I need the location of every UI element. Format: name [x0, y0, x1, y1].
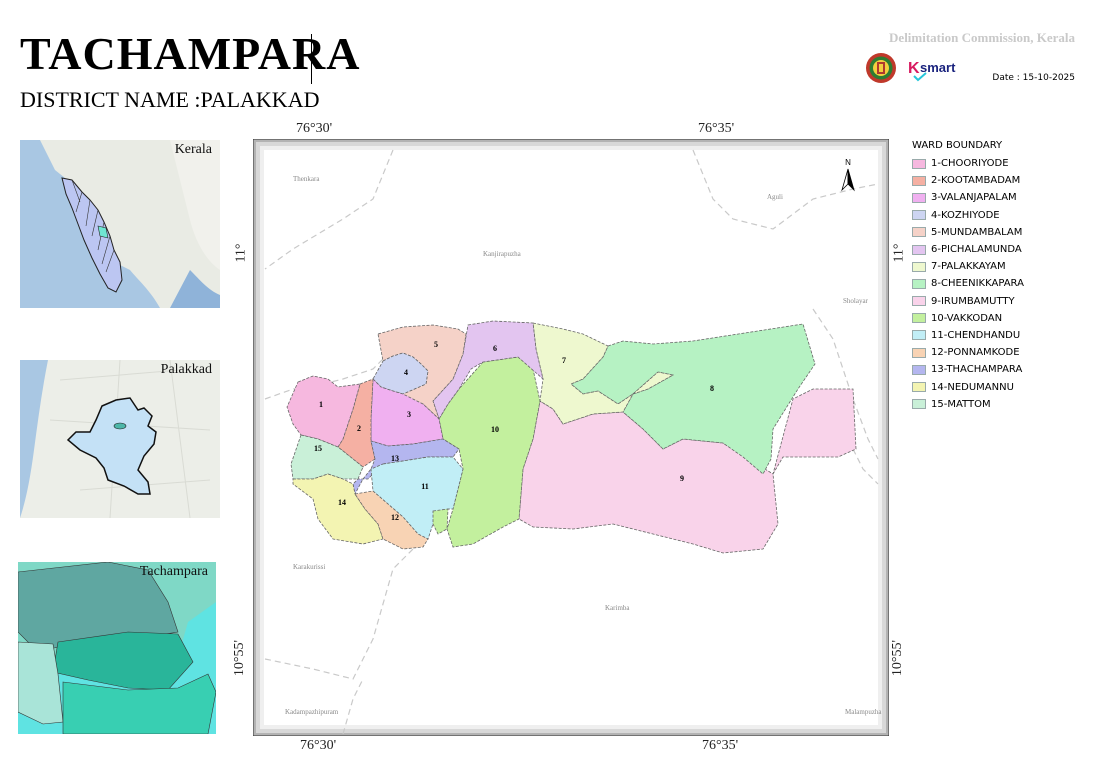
ward-label: 14: [338, 498, 346, 507]
legend-swatch: [912, 192, 926, 203]
ward-label: 9: [680, 474, 684, 483]
legend-label: 10-VAKKODAN: [931, 312, 1003, 324]
legend-item: 8-CHEENIKKAPARA: [912, 275, 1024, 292]
legend-label: 7-PALAKKAYAM: [931, 261, 1006, 273]
organization-name: Delimitation Commission, Kerala: [889, 30, 1075, 45]
coord-top-right: 76°35': [698, 121, 735, 136]
place-name: Karimba: [605, 604, 630, 612]
palakkad-inset-graphic: [20, 360, 220, 518]
legend-swatch: [912, 296, 926, 307]
legend-title: WARD BOUNDARY: [912, 140, 1003, 151]
legend-item: 1-CHOORIYODE: [912, 155, 1024, 172]
coord-left-top: 11°: [233, 243, 249, 263]
inset-map-tachampara: Tachampara: [18, 562, 216, 734]
ward-label: 5: [434, 340, 438, 349]
kerala-emblem-icon: [866, 53, 896, 83]
ward-label: 7: [562, 356, 566, 365]
ward-label: 1: [319, 400, 323, 409]
legend-items: 1-CHOORIYODE 2-KOOTAMBADAM 3-VALANJAPALAM 4…: [912, 155, 1024, 413]
legend-swatch: [912, 347, 926, 358]
legend-item: 6-PICHALAMUNDA: [912, 241, 1024, 258]
ward-label: 11: [421, 482, 429, 491]
legend-label: 4-KOZHIYODE: [931, 209, 1000, 221]
legend-item: 13-THACHAMPARA: [912, 361, 1024, 378]
ward-label: 8: [710, 384, 714, 393]
legend-item: 3-VALANJAPALAM: [912, 189, 1024, 206]
coord-left-bottom: 10°55': [232, 639, 248, 677]
ward-label: 6: [493, 344, 497, 353]
legend-label: 2-KOOTAMBADAM: [931, 175, 1021, 187]
svg-text:K: K: [908, 60, 920, 77]
coord-right-bottom: 10°55': [890, 639, 906, 677]
legend-label: 3-VALANJAPALAM: [931, 192, 1017, 204]
legend-label: 14-NEDUMANNU: [931, 381, 1014, 393]
legend-item: 15-MATTOM: [912, 396, 1024, 413]
legend-item: 10-VAKKODAN: [912, 310, 1024, 327]
ward-label: 2: [357, 424, 361, 433]
ksmart-logo-icon: K smart: [908, 60, 956, 82]
inset-label-palakkad: Palakkad: [160, 362, 212, 377]
text-cursor: [311, 34, 312, 84]
legend-swatch: [912, 227, 926, 238]
inset-label-kerala: Kerala: [174, 142, 212, 157]
place-name: Kadampazhipuram: [285, 708, 339, 716]
svg-text:N: N: [845, 158, 851, 167]
coord-bottom-left: 76°30': [300, 738, 337, 753]
map-date: Date : 15-10-2025: [992, 73, 1075, 83]
legend-label: 9-IRUMBAMUTTY: [931, 295, 1015, 307]
ward-label: 4: [404, 368, 408, 377]
tachampara-inset-graphic: [18, 562, 216, 734]
legend-swatch: [912, 210, 926, 221]
legend-swatch: [912, 399, 926, 410]
district-name: DISTRICT NAME :PALAKKAD: [20, 87, 320, 112]
legend-label: 6-PICHALAMUNDA: [931, 244, 1022, 256]
ward-label: 12: [391, 513, 399, 522]
legend-label: 5-MUNDAMBALAM: [931, 226, 1023, 238]
place-name: Aguli: [767, 193, 783, 201]
legend-item: 2-KOOTAMBADAM: [912, 172, 1024, 189]
map-title: TACHAMPARA: [20, 28, 361, 79]
legend-label: 12-PONNAMKODE: [931, 347, 1020, 359]
legend-swatch: [912, 158, 926, 169]
legend-label: 1-CHOORIYODE: [931, 158, 1009, 170]
legend-item: 4-KOZHIYODE: [912, 207, 1024, 224]
coord-top-left: 76°30': [296, 121, 333, 136]
legend-swatch: [912, 261, 926, 272]
kerala-inset-graphic: [20, 140, 220, 308]
ward-map-graphic: Thenkara Aguli Kanjirapuzha Sholayar Kar…: [252, 138, 890, 737]
ward-label: 15: [314, 444, 322, 453]
ward-legend: WARD BOUNDARY 1-CHOORIYODE 2-KOOTAMBADAM 3…: [912, 140, 1024, 413]
legend-swatch: [912, 330, 926, 341]
legend-swatch: [912, 175, 926, 186]
legend-label: 8-CHEENIKKAPARA: [931, 278, 1024, 290]
place-name: Malampuzha: [845, 708, 882, 716]
legend-label: 13-THACHAMPARA: [931, 364, 1023, 376]
legend-item: 12-PONNAMKODE: [912, 344, 1024, 361]
inset-map-kerala: Kerala: [20, 140, 220, 308]
ward-label: 13: [391, 454, 399, 463]
legend-swatch: [912, 244, 926, 255]
legend-item: 7-PALAKKAYAM: [912, 258, 1024, 275]
ward-label: 10: [491, 425, 499, 434]
inset-map-palakkad: Palakkad: [20, 360, 220, 518]
place-name: Thenkara: [293, 175, 320, 183]
legend-swatch: [912, 313, 926, 324]
legend-swatch: [912, 278, 926, 289]
legend-item: 11-CHENDHANDU: [912, 327, 1024, 344]
legend-label: 15-MATTOM: [931, 398, 991, 410]
place-name: Sholayar: [843, 297, 869, 305]
legend-item: 14-NEDUMANNU: [912, 378, 1024, 395]
coord-bottom-right: 76°35': [702, 738, 739, 753]
place-name: Kanjirapuzha: [483, 250, 522, 258]
legend-swatch: [912, 364, 926, 375]
legend-item: 5-MUNDAMBALAM: [912, 224, 1024, 241]
ward-label: 3: [407, 410, 411, 419]
place-name: Karakurissi: [293, 563, 325, 571]
legend-label: 11-CHENDHANDU: [931, 329, 1021, 341]
coord-right-top: 11°: [891, 243, 907, 263]
legend-swatch: [912, 382, 926, 393]
main-map: Thenkara Aguli Kanjirapuzha Sholayar Kar…: [252, 138, 890, 737]
legend-item: 9-IRUMBAMUTTY: [912, 293, 1024, 310]
inset-label-tachampara: Tachampara: [139, 564, 208, 579]
